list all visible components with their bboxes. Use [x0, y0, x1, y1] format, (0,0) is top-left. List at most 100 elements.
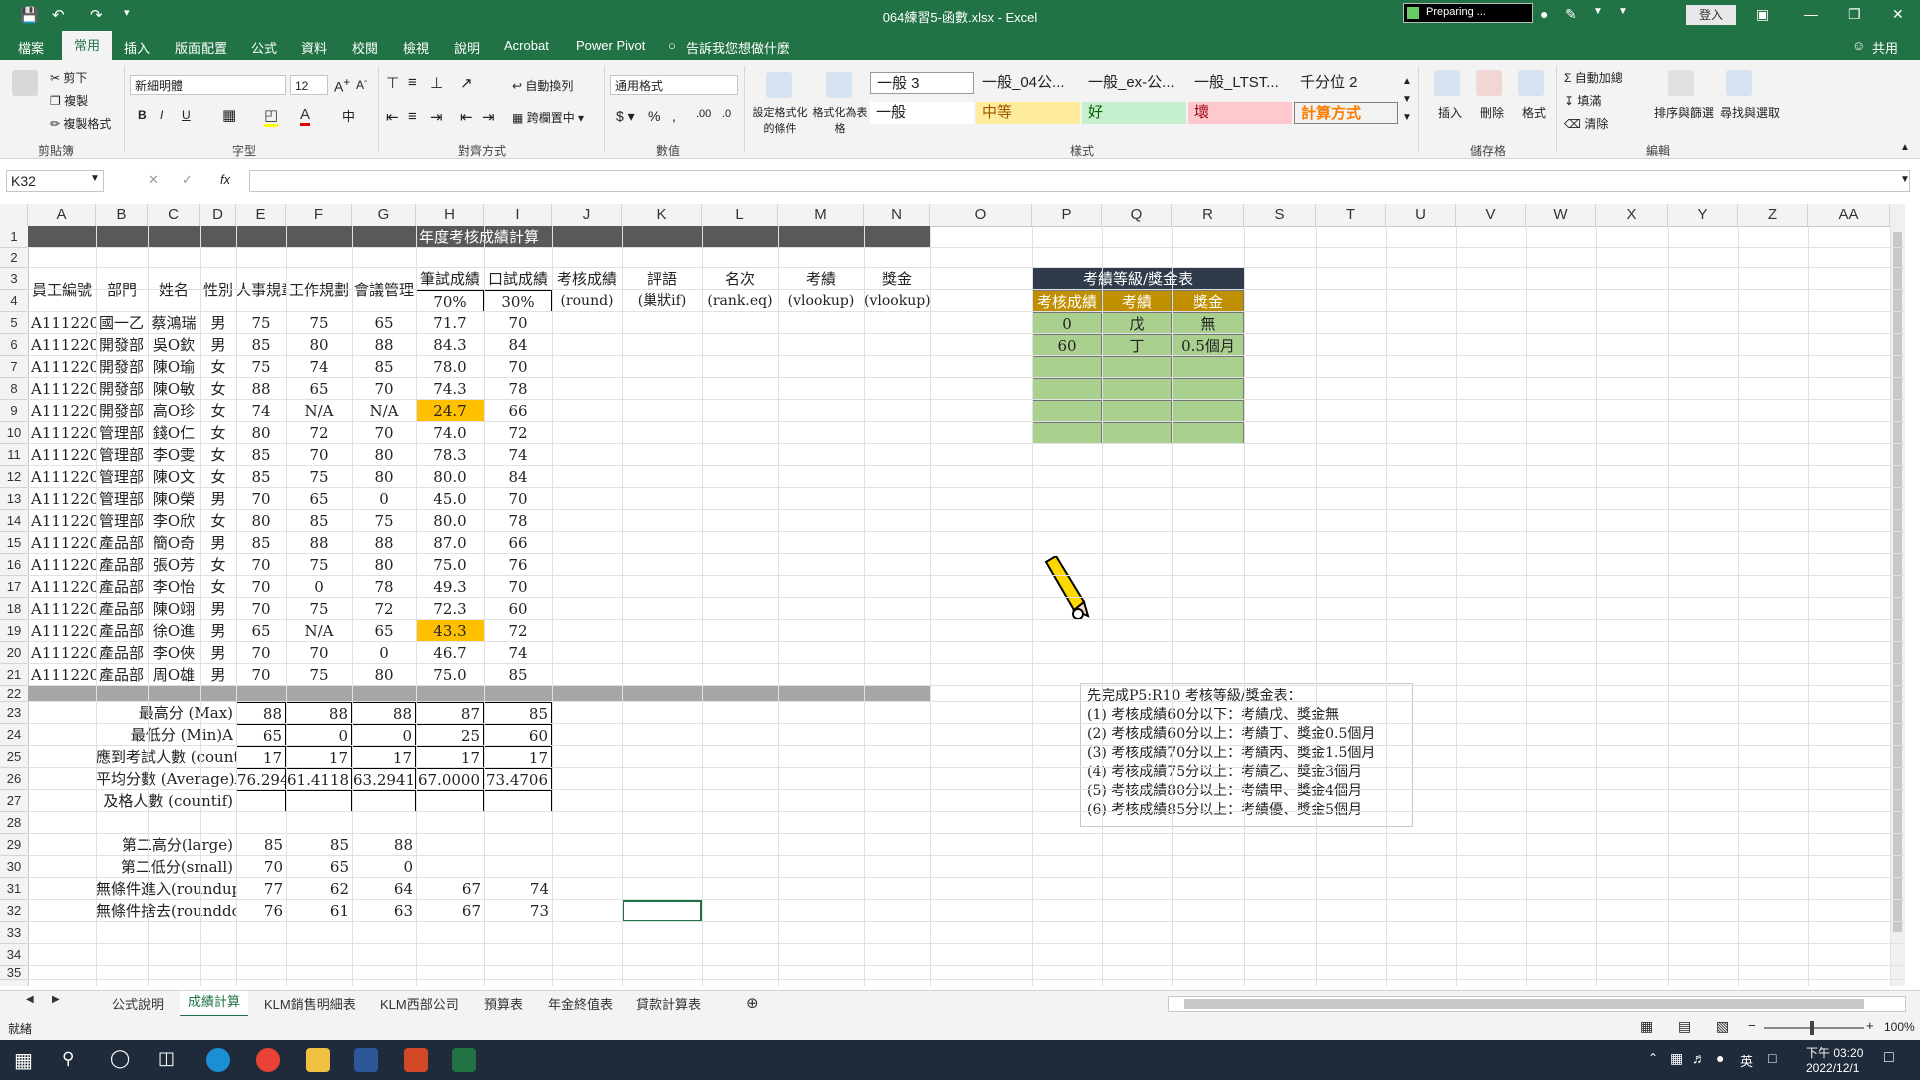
row-header[interactable]: 17	[0, 576, 28, 598]
sheet-tab[interactable]: 貸款計算表	[636, 994, 701, 1013]
column-header[interactable]: X	[1596, 204, 1668, 226]
fx-icon[interactable]: fx	[220, 172, 230, 187]
font-color-icon[interactable]: A	[300, 106, 311, 126]
sheet-tab[interactable]: 公式說明	[112, 994, 164, 1013]
align-left-icon[interactable]: ⇤	[386, 108, 399, 126]
column-header[interactable]: O	[930, 204, 1032, 226]
powerpoint-icon[interactable]	[404, 1048, 428, 1072]
align-center-icon[interactable]: ≡	[408, 108, 417, 125]
namebox-dropdown-icon[interactable]: ▼	[90, 173, 100, 184]
delete-cells-button[interactable]: 刪除	[1480, 104, 1504, 121]
row-header[interactable]: 18	[0, 598, 28, 620]
cortana-icon[interactable]: ◯	[110, 1048, 130, 1069]
row-header[interactable]: 12	[0, 466, 28, 488]
zoom-out-icon[interactable]: −	[1748, 1018, 1756, 1033]
fill-button[interactable]: ↧ 填滿	[1564, 92, 1601, 109]
row-header[interactable]: 26	[0, 768, 28, 790]
prev-sheet-icon[interactable]: ◀	[26, 994, 34, 1005]
menu-down-icon[interactable]: ▼	[1618, 6, 1628, 17]
edge-icon[interactable]	[206, 1048, 230, 1072]
sort-filter-icon[interactable]	[1668, 70, 1694, 96]
horizontal-scroll-thumb[interactable]	[1184, 999, 1864, 1009]
sheet-tab[interactable]: 預算表	[484, 994, 523, 1013]
select-all-corner[interactable]	[0, 204, 28, 226]
row-header[interactable]: 2	[0, 248, 28, 268]
enter-icon[interactable]: ✓	[182, 172, 193, 188]
share-button[interactable]: 共用	[1872, 38, 1898, 57]
align-middle-icon[interactable]: ≡	[408, 74, 417, 91]
table-format-icon[interactable]	[826, 72, 852, 98]
row-header[interactable]: 28	[0, 812, 28, 834]
row-header[interactable]: 7	[0, 356, 28, 378]
number-format-dropdown[interactable]: 通用格式	[610, 75, 738, 95]
row-header[interactable]: 13	[0, 488, 28, 510]
worksheet-grid[interactable]: A B C D E F G H I J K L M N O P Q R S T U V W X Y Z AA 1 2 3 4 5 6 7 8 9 10…	[0, 204, 1905, 986]
underline-button[interactable]: U	[182, 108, 191, 122]
row-header[interactable]: 6	[0, 334, 28, 356]
tab-file[interactable]: 檔案	[18, 38, 44, 57]
search-icon[interactable]: ⚲	[62, 1049, 74, 1069]
row-header[interactable]: 35	[0, 966, 28, 980]
tab-power-pivot[interactable]: Power Pivot	[576, 38, 645, 53]
delete-cells-icon[interactable]	[1476, 70, 1502, 96]
bold-button[interactable]: B	[138, 108, 147, 122]
clock-date[interactable]: 2022/12/1	[1806, 1061, 1859, 1075]
tab-help[interactable]: 說明	[454, 38, 480, 57]
column-header[interactable]: Q	[1102, 204, 1172, 226]
tab-home[interactable]: 常用	[62, 31, 113, 60]
style-neutral[interactable]: 中等	[976, 102, 1080, 124]
paste-icon[interactable]	[12, 70, 38, 96]
style-comma-2[interactable]: 千分位 2	[1294, 72, 1398, 94]
row-header[interactable]: 22	[0, 686, 28, 702]
row-header[interactable]: 14	[0, 510, 28, 532]
next-sheet-icon[interactable]: ▶	[52, 994, 60, 1005]
find-select-icon[interactable]	[1726, 70, 1752, 96]
style-normal-04[interactable]: 一般_04公...	[976, 72, 1080, 94]
row-header[interactable]: 32	[0, 900, 28, 922]
tab-insert[interactable]: 插入	[124, 38, 150, 57]
row-header[interactable]: 33	[0, 922, 28, 944]
sheet-tab[interactable]: KLM西部公司	[380, 994, 459, 1013]
merge-center-button[interactable]: ▦ 跨欄置中 ▾	[512, 109, 584, 126]
add-sheet-icon[interactable]: ⊕	[746, 994, 759, 1012]
tab-review[interactable]: 校閱	[352, 38, 378, 57]
column-header[interactable]: Y	[1668, 204, 1738, 226]
align-bottom-icon[interactable]: ⊥	[430, 74, 443, 92]
row-header[interactable]: 31	[0, 878, 28, 900]
network-icon[interactable]: ▦	[1670, 1050, 1683, 1067]
decrease-decimal-button[interactable]: .0	[722, 108, 731, 120]
row-header[interactable]: 29	[0, 834, 28, 856]
insert-cells-icon[interactable]	[1434, 70, 1460, 96]
tab-view[interactable]: 檢視	[403, 38, 429, 57]
column-header[interactable]: AA	[1808, 204, 1890, 226]
cut-button[interactable]: ✂ 剪下	[50, 69, 87, 86]
styles-scroll-up-icon[interactable]: ▲	[1402, 76, 1412, 87]
column-header[interactable]: U	[1386, 204, 1456, 226]
percent-button[interactable]: %	[648, 108, 660, 124]
column-header[interactable]: M	[778, 204, 864, 226]
column-header[interactable]: V	[1456, 204, 1526, 226]
column-header[interactable]: H	[416, 204, 484, 226]
insert-cells-button[interactable]: 插入	[1438, 104, 1462, 121]
collapse-ribbon-icon[interactable]: ▲	[1900, 142, 1910, 153]
comma-button[interactable]: ,	[672, 108, 676, 124]
microphone-icon[interactable]: ●	[1716, 1050, 1724, 1066]
column-header[interactable]: P	[1032, 204, 1102, 226]
volume-icon[interactable]: ♬	[1692, 1050, 1706, 1066]
ribbon-display-icon[interactable]: ▣	[1756, 6, 1769, 23]
column-header[interactable]: R	[1172, 204, 1244, 226]
row-header[interactable]: 27	[0, 790, 28, 812]
column-header[interactable]: C	[148, 204, 200, 226]
row-header[interactable]: 21	[0, 664, 28, 686]
conditional-format-icon[interactable]	[766, 72, 792, 98]
pen-icon[interactable]: ✎	[1565, 6, 1577, 23]
column-header[interactable]: D	[200, 204, 236, 226]
ime-mode-icon[interactable]: □	[1768, 1050, 1776, 1066]
clear-button[interactable]: ⌫ 清除	[1564, 115, 1608, 132]
find-select-button[interactable]: 尋找與選取	[1720, 104, 1780, 121]
conditional-format-button[interactable]: 設定格式化的條件	[752, 104, 808, 136]
login-button[interactable]: 登入	[1686, 5, 1736, 25]
border-icon[interactable]: ▦	[222, 106, 236, 124]
zoom-level[interactable]: 100%	[1884, 1020, 1915, 1034]
zoom-slider-thumb[interactable]	[1810, 1021, 1814, 1035]
